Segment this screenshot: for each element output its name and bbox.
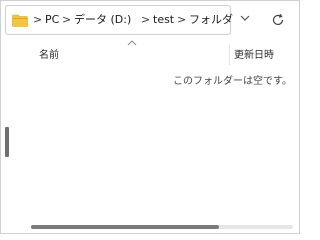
address-bar[interactable]: > PC > データ (D:) > test > フォルダ [5, 5, 233, 35]
refresh-icon [272, 13, 284, 26]
navigation-pane-splitter[interactable] [5, 127, 9, 157]
column-header-name[interactable]: 名前 [39, 49, 59, 63]
breadcrumb-separator: > [62, 13, 72, 26]
folder-icon [12, 14, 28, 27]
column-header-date-modified[interactable]: 更新日時 [234, 49, 274, 63]
breadcrumb-pc[interactable]: PC [45, 12, 59, 28]
address-history-dropdown[interactable] [237, 13, 253, 27]
horizontal-scrollbar-thumb[interactable] [31, 225, 219, 229]
breadcrumb-drive[interactable]: データ (D:) [74, 12, 131, 28]
column-divider[interactable] [229, 45, 230, 65]
chevron-down-icon [240, 15, 250, 21]
breadcrumb-separator: > [177, 13, 187, 26]
chevron-up-icon [127, 40, 137, 46]
breadcrumb-test[interactable]: test [153, 12, 174, 28]
refresh-button[interactable] [267, 9, 289, 31]
breadcrumb-separator: > [33, 13, 43, 26]
explorer-window: > PC > データ (D:) > test > フォルダ 名前 更新日時 この… [0, 0, 300, 234]
breadcrumb-current-folder[interactable]: フォルダ [189, 12, 233, 28]
empty-folder-message: このフォルダーは空です。 [173, 76, 292, 87]
breadcrumb-separator: > [141, 13, 151, 26]
address-row: > PC > データ (D:) > test > フォルダ [5, 5, 296, 35]
